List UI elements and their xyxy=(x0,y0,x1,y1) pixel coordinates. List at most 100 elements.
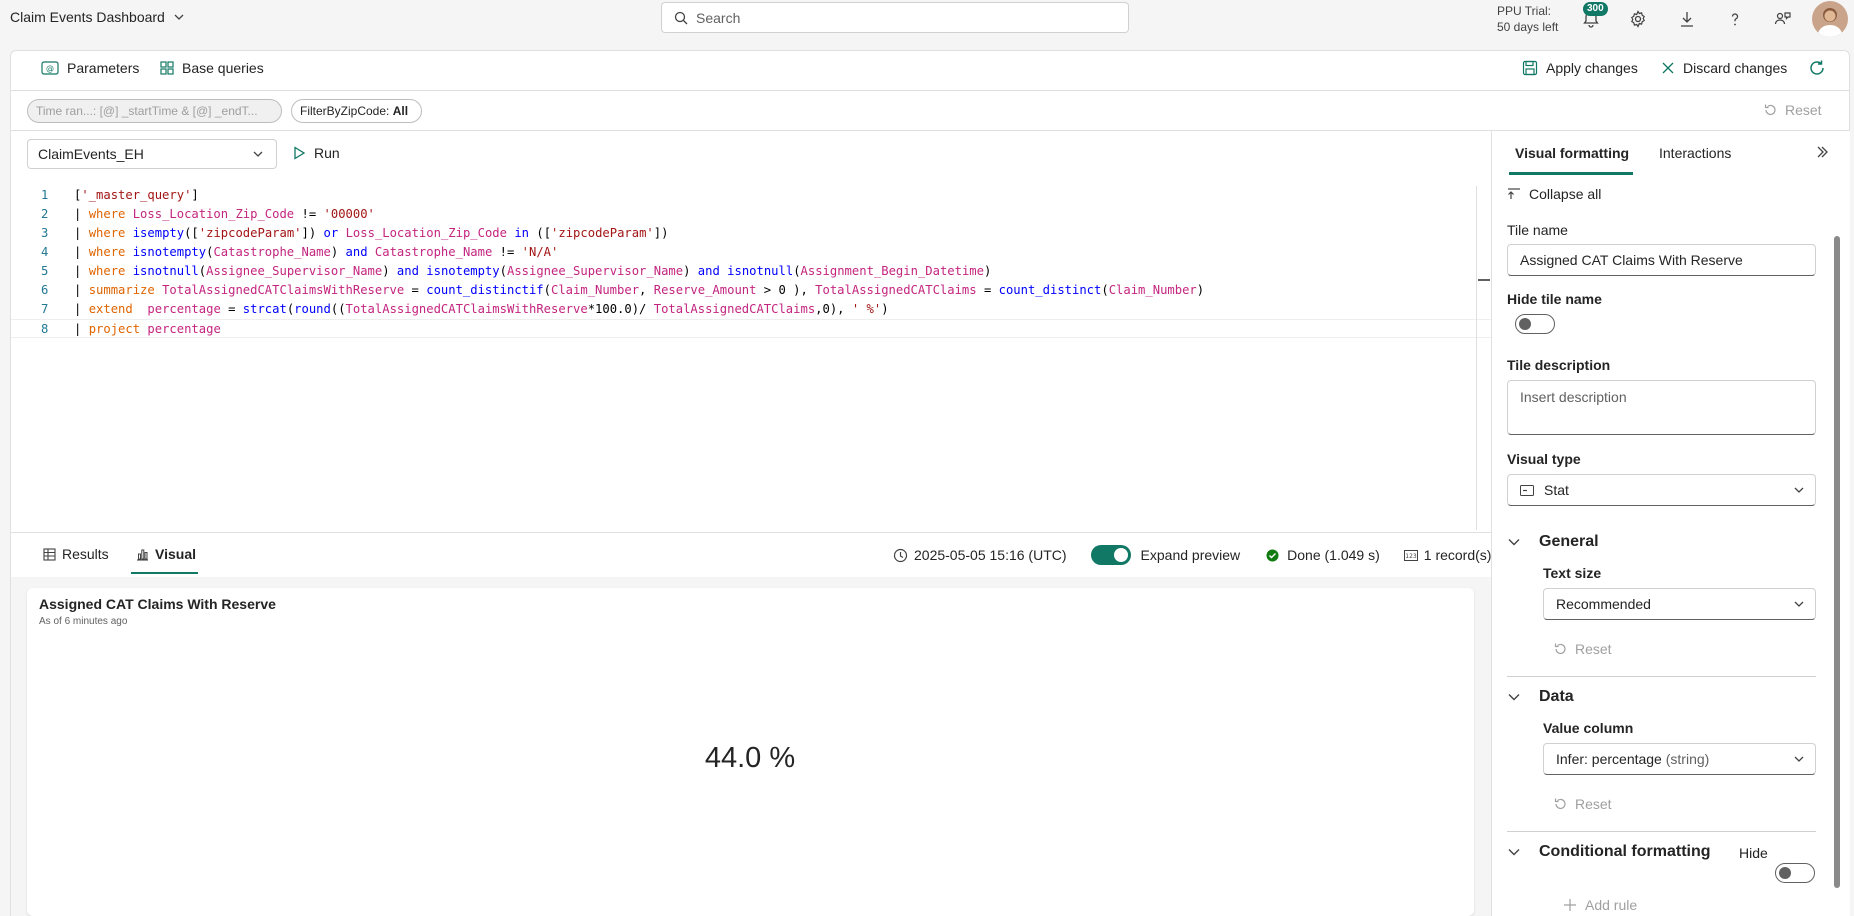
query-editor[interactable]: 1 ['_master_query'] 2 | where Loss_Locatio… xyxy=(11,186,1491,530)
refresh-button[interactable] xyxy=(1808,59,1826,77)
tile-subtitle: As of 6 minutes ago xyxy=(39,616,128,627)
line-number: 6 xyxy=(41,283,49,297)
collapse-all-label: Collapse all xyxy=(1529,186,1602,202)
query-timestamp: 2025-05-05 15:16 (UTC) xyxy=(914,547,1067,563)
results-divider[interactable] xyxy=(11,532,1491,533)
add-rule-button[interactable]: Add rule xyxy=(1563,897,1637,913)
settings-button[interactable] xyxy=(1627,8,1649,30)
section-divider xyxy=(1507,676,1816,677)
code-text: | where isempty(['zipcodeParam']) or Los… xyxy=(74,226,669,240)
tile-description-input[interactable] xyxy=(1507,380,1816,435)
reset-label: Reset xyxy=(1575,641,1612,657)
trial-label: PPU Trial: xyxy=(1497,4,1552,18)
text-size-label: Text size xyxy=(1543,565,1602,581)
conditional-formatting-header[interactable]: Conditional formatting xyxy=(1507,843,1711,861)
plus-icon xyxy=(1563,898,1577,912)
line-number: 1 xyxy=(41,188,49,202)
dashboard-title-menu[interactable]: Claim Events Dashboard xyxy=(10,9,185,25)
download-button[interactable] xyxy=(1676,8,1698,30)
svg-text:123: 123 xyxy=(1405,553,1417,560)
zipcode-filter[interactable]: FilterByZipCode: All xyxy=(291,99,422,123)
tab-visual-formatting[interactable]: Visual formatting xyxy=(1515,145,1629,161)
database-select-value: ClaimEvents_EH xyxy=(38,146,144,162)
chevron-down-icon xyxy=(1793,484,1805,496)
value-column-reset-button[interactable]: Reset xyxy=(1553,796,1612,812)
code-line: 5 | where isnotnull(Assignee_Supervisor_N… xyxy=(11,262,1491,281)
chevron-down-icon xyxy=(1507,535,1521,549)
code-line: 1 ['_master_query'] xyxy=(11,186,1491,205)
code-line: 6 | summarize TotalAssignedCATClaimsWithR… xyxy=(11,281,1491,300)
value-column-select[interactable]: Infer: percentage (string) xyxy=(1543,743,1816,775)
trial-status[interactable]: PPU Trial: 50 days left xyxy=(1497,3,1558,35)
svg-text:@: @ xyxy=(46,64,54,73)
parameters-button[interactable]: @ Parameters xyxy=(41,60,139,76)
help-button[interactable] xyxy=(1724,8,1746,30)
save-icon xyxy=(1522,60,1538,76)
line-number: 7 xyxy=(41,302,49,316)
zipcode-filter-label: FilterByZipCode: xyxy=(300,104,390,118)
refresh-icon xyxy=(1808,59,1826,77)
tile-name-input[interactable] xyxy=(1507,244,1816,276)
chevron-down-icon xyxy=(1507,845,1521,859)
time-range-filter[interactable]: Time ran...: [@] _startTime & [@] _endT.… xyxy=(27,99,282,123)
chevron-down-icon xyxy=(173,11,185,23)
search-input[interactable] xyxy=(696,9,1128,26)
line-number: 4 xyxy=(41,245,49,259)
share-feedback-button[interactable] xyxy=(1772,8,1794,30)
code-text: | extend percentage = strcat(round((Tota… xyxy=(74,302,889,316)
expand-preview-toggle[interactable] xyxy=(1090,545,1131,565)
visual-type-label: Visual type xyxy=(1507,451,1581,467)
text-size-select[interactable]: Recommended xyxy=(1543,588,1816,620)
panel-scrollbar-thumb[interactable] xyxy=(1834,236,1840,888)
text-size-reset-button[interactable]: Reset xyxy=(1553,641,1612,657)
conditional-formatting-toggle[interactable] xyxy=(1775,863,1815,883)
collapse-panel-button[interactable] xyxy=(1815,145,1829,159)
run-query-button[interactable]: Run xyxy=(292,145,340,161)
editor-scrollbar[interactable] xyxy=(1476,186,1490,530)
filters-reset-button[interactable]: Reset xyxy=(1763,102,1822,118)
value-column-value: Infer: percentage xyxy=(1556,751,1662,767)
tab-results-label: Results xyxy=(62,546,109,562)
collapse-all-button[interactable]: Collapse all xyxy=(1507,186,1601,202)
conditional-formatting-label: Conditional formatting xyxy=(1539,843,1711,860)
database-icon xyxy=(160,61,174,75)
apply-changes-button[interactable]: Apply changes xyxy=(1522,60,1638,76)
query-status: Done (1.049 s) xyxy=(1287,547,1380,563)
add-rule-label: Add rule xyxy=(1585,897,1638,913)
time-range-label: Time ran...: [@] _startTime & [@] _endT.… xyxy=(36,104,258,118)
line-number: 5 xyxy=(41,264,49,278)
search-icon xyxy=(674,11,688,25)
parameters-label: Parameters xyxy=(67,60,140,76)
value-column-type: (string) xyxy=(1665,751,1710,767)
hide-tile-name-toggle[interactable] xyxy=(1515,314,1555,334)
tab-results[interactable]: Results xyxy=(43,546,109,562)
general-section-header[interactable]: General xyxy=(1507,533,1599,551)
visual-type-select[interactable]: Stat xyxy=(1507,474,1816,506)
user-avatar[interactable] xyxy=(1812,1,1848,37)
question-icon xyxy=(1726,10,1744,28)
base-queries-button[interactable]: Base queries xyxy=(160,60,264,76)
download-icon xyxy=(1678,10,1696,28)
double-chevron-right-icon xyxy=(1815,145,1829,159)
line-number: 3 xyxy=(41,226,49,240)
trial-days-left: 50 days left xyxy=(1497,20,1559,34)
text-size-value: Recommended xyxy=(1556,596,1651,612)
search-box[interactable] xyxy=(661,2,1129,33)
tile-title: Assigned CAT Claims With Reserve xyxy=(39,596,276,612)
chevron-down-icon xyxy=(1793,753,1805,765)
tab-interactions[interactable]: Interactions xyxy=(1659,145,1731,161)
success-check-icon xyxy=(1266,549,1279,562)
data-section-header[interactable]: Data xyxy=(1507,688,1574,706)
hide-tile-name-label: Hide tile name xyxy=(1507,291,1602,307)
database-select[interactable]: ClaimEvents_EH xyxy=(27,139,277,169)
discard-changes-button[interactable]: Discard changes xyxy=(1661,60,1787,76)
chevron-down-icon xyxy=(1507,690,1521,704)
base-queries-label: Base queries xyxy=(182,60,264,76)
line-number: 8 xyxy=(41,322,49,336)
stat-value: 44.0 % xyxy=(704,742,796,774)
chevron-down-icon xyxy=(1793,598,1805,610)
tab-visual[interactable]: Visual xyxy=(136,546,196,562)
expand-preview-label: Expand preview xyxy=(1140,547,1241,563)
collapse-all-icon xyxy=(1507,187,1521,201)
record-count: 1 record(s) xyxy=(1423,547,1492,563)
